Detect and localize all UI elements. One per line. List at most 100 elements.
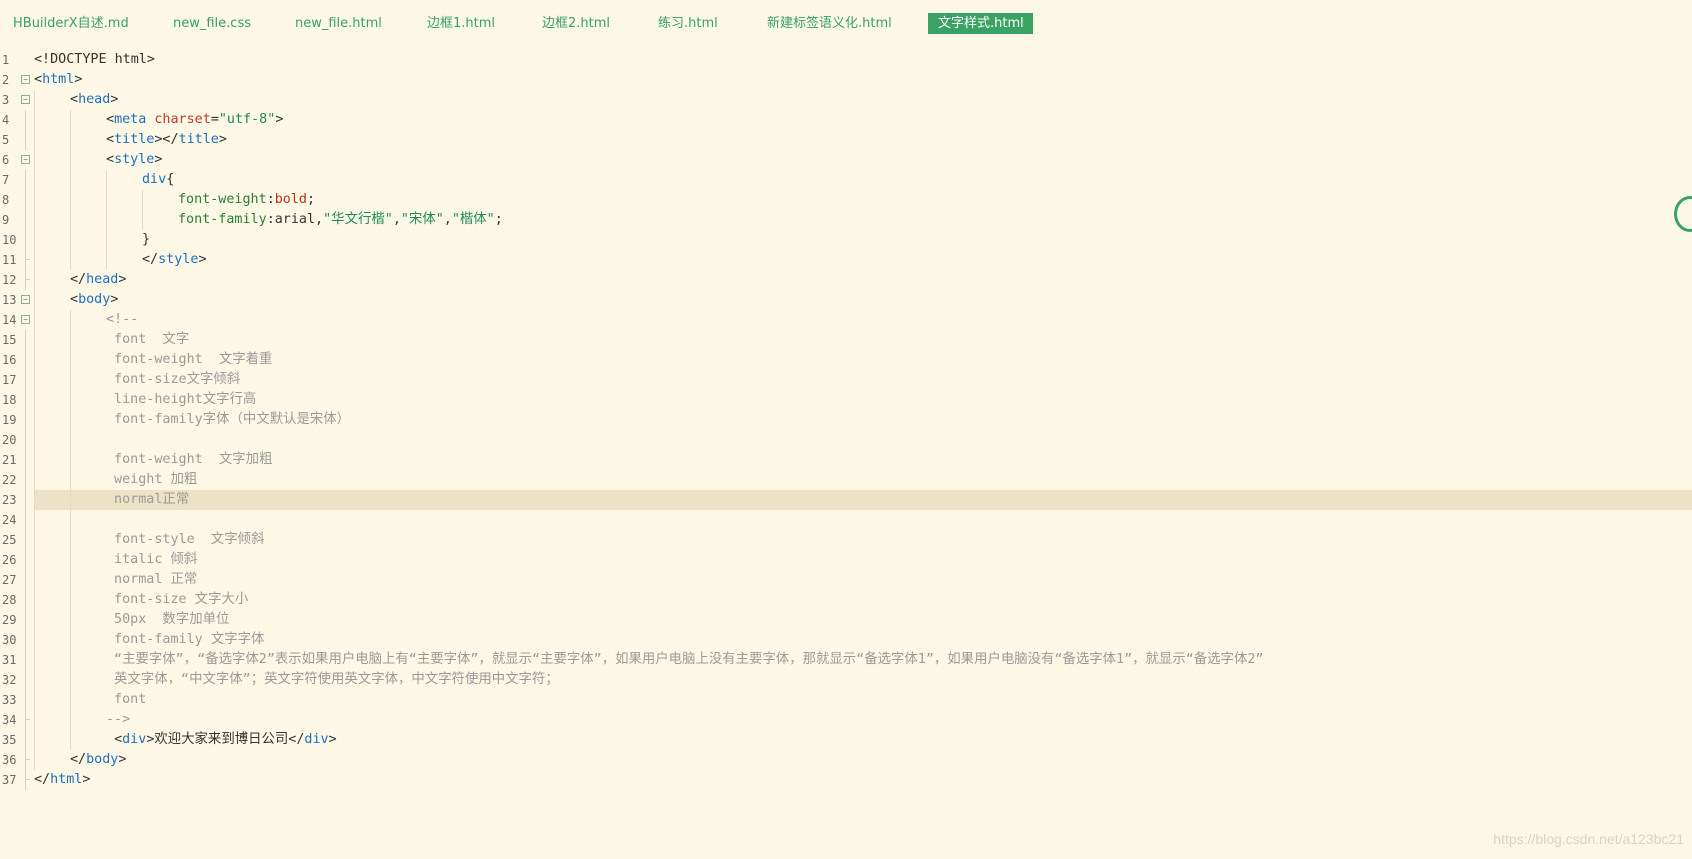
code-token: "宋体" (400, 212, 444, 227)
code-line[interactable]: 28 font-size 文字大小 (0, 590, 1692, 610)
code-token: > (110, 92, 119, 107)
code-line[interactable]: 4 <meta charset="utf-8"> (0, 110, 1692, 130)
code-line[interactable]: 13 <body> (0, 290, 1692, 310)
code-line[interactable]: 33 font (0, 690, 1692, 710)
fold-toggle-icon[interactable] (21, 75, 30, 84)
fold-toggle-icon[interactable] (21, 155, 30, 164)
code-token: style (114, 152, 155, 167)
code-token: font-weight 文字加粗 (106, 452, 273, 467)
indent-guide (34, 610, 35, 630)
code-token: title (114, 132, 155, 147)
code-line[interactable]: 20 (0, 430, 1692, 450)
indent-guide (106, 170, 107, 190)
code-token: 欢迎大家来到博日公司 (154, 732, 289, 747)
fold-guide (25, 750, 26, 770)
indent-guide (70, 210, 71, 230)
code-line[interactable]: 21 font-weight 文字加粗 (0, 450, 1692, 470)
code-token: </ (34, 772, 51, 787)
code-line[interactable]: 7 div{ (0, 170, 1692, 190)
code-token: font 文字 (106, 332, 190, 347)
indent-guide (70, 150, 71, 170)
fold-toggle-icon[interactable] (21, 315, 30, 324)
code-token: normal 正常 (106, 572, 198, 587)
fold-guide (25, 250, 26, 270)
code-line[interactable]: 35 <div>欢迎大家来到博日公司</div> (0, 730, 1692, 750)
code-token: head (86, 272, 119, 287)
code-line[interactable]: 14 <!-- (0, 310, 1692, 330)
code-line[interactable]: 27 normal 正常 (0, 570, 1692, 590)
code-line[interactable]: 34 --> (0, 710, 1692, 730)
line-number: 24 (2, 513, 17, 527)
code-line[interactable]: 22 weight 加粗 (0, 470, 1692, 490)
code-text: font-family 文字字体 (106, 630, 264, 650)
tab-1[interactable]: HBuilderX自述.md (3, 13, 139, 34)
indent-guide (70, 370, 71, 390)
line-number: 20 (2, 433, 17, 447)
fold-guide (25, 390, 26, 410)
tab-4[interactable]: 边框1.html (417, 13, 505, 34)
indent-guide (70, 590, 71, 610)
fold-guide (25, 210, 26, 230)
code-text: font (106, 690, 146, 710)
indent-guide (34, 530, 35, 550)
line-number: 18 (2, 393, 17, 407)
code-line[interactable]: 15 font 文字 (0, 330, 1692, 350)
code-line[interactable]: 2 <html> (0, 70, 1692, 90)
fold-toggle-icon[interactable] (21, 95, 30, 104)
code-token: bold (274, 192, 307, 207)
code-line[interactable]: 37 </html> (0, 770, 1692, 790)
code-line[interactable]: 9 font-family:arial,"华文行楷","宋体","楷体"; (0, 210, 1692, 230)
fold-end-tick (25, 719, 30, 720)
indent-guide (70, 670, 71, 690)
tab-3[interactable]: new_file.html (285, 13, 392, 34)
code-token: font-family (178, 212, 267, 227)
code-text: </body> (70, 750, 126, 770)
tab-7[interactable]: 新建标签语义化.html (757, 13, 902, 34)
code-line[interactable]: 30 font-family 文字字体 (0, 630, 1692, 650)
code-token: body (78, 292, 111, 307)
tab-8[interactable]: 文字样式.html (928, 13, 1033, 34)
indent-guide (34, 170, 35, 190)
code-line[interactable]: 36 </body> (0, 750, 1692, 770)
code-line[interactable]: 6 <style> (0, 150, 1692, 170)
indent-guide (70, 230, 71, 250)
indent-guide (70, 110, 71, 130)
code-line[interactable]: 25 font-style 文字倾斜 (0, 530, 1692, 550)
code-line[interactable]: 23 normal正常 (0, 490, 1692, 510)
indent-guide (70, 610, 71, 630)
fold-end-tick (25, 759, 30, 760)
code-line[interactable]: 24 (0, 510, 1692, 530)
code-line[interactable]: 16 font-weight 文字着重 (0, 350, 1692, 370)
code-line[interactable]: 10} (0, 230, 1692, 250)
indent-guide (106, 230, 107, 250)
code-line[interactable]: 12 </head> (0, 270, 1692, 290)
code-line[interactable]: 29 50px 数字加单位 (0, 610, 1692, 630)
code-line[interactable]: 31 “主要字体”，“备选字体2”表示如果用户电脑上有“主要字体”，就显示“主要… (0, 650, 1692, 670)
code-line[interactable]: 19 font-family字体（中文默认是宋体） (0, 410, 1692, 430)
code-token: charset (154, 112, 211, 127)
code-token: < (106, 132, 115, 147)
code-line[interactable]: 8 font-weight:bold; (0, 190, 1692, 210)
indent-guide (34, 730, 35, 750)
code-line[interactable]: 1 <!DOCTYPE html> (0, 50, 1692, 70)
code-line[interactable]: 26 italic 倾斜 (0, 550, 1692, 570)
code-line[interactable]: 11 </style> (0, 250, 1692, 270)
code-line[interactable]: 17 font-size文字倾斜 (0, 370, 1692, 390)
indent-guide (34, 110, 35, 130)
code-line[interactable]: 18 line-height文字行高 (0, 390, 1692, 410)
code-line[interactable]: 3 <head> (0, 90, 1692, 110)
tab-5[interactable]: 边框2.html (532, 13, 620, 34)
indent-guide (34, 430, 35, 450)
fold-toggle-icon[interactable] (21, 295, 30, 304)
tab-2[interactable]: new_file.css (163, 13, 261, 34)
tab-6[interactable]: 练习.html (648, 13, 728, 34)
fold-guide (25, 130, 26, 150)
code-token: --> (106, 712, 131, 727)
code-line[interactable]: 32 英文字体，“中文字体”；英文字符使用英文字体，中文字符使用中文字符； (0, 670, 1692, 690)
code-token: > (275, 112, 284, 127)
code-editor[interactable]: 1<!DOCTYPE html>2<html>3<head>4<meta cha… (0, 50, 1692, 810)
line-number: 23 (2, 493, 17, 507)
code-line[interactable]: 5 <title></title> (0, 130, 1692, 150)
fold-end-tick (25, 779, 30, 780)
indent-guide (70, 630, 71, 650)
